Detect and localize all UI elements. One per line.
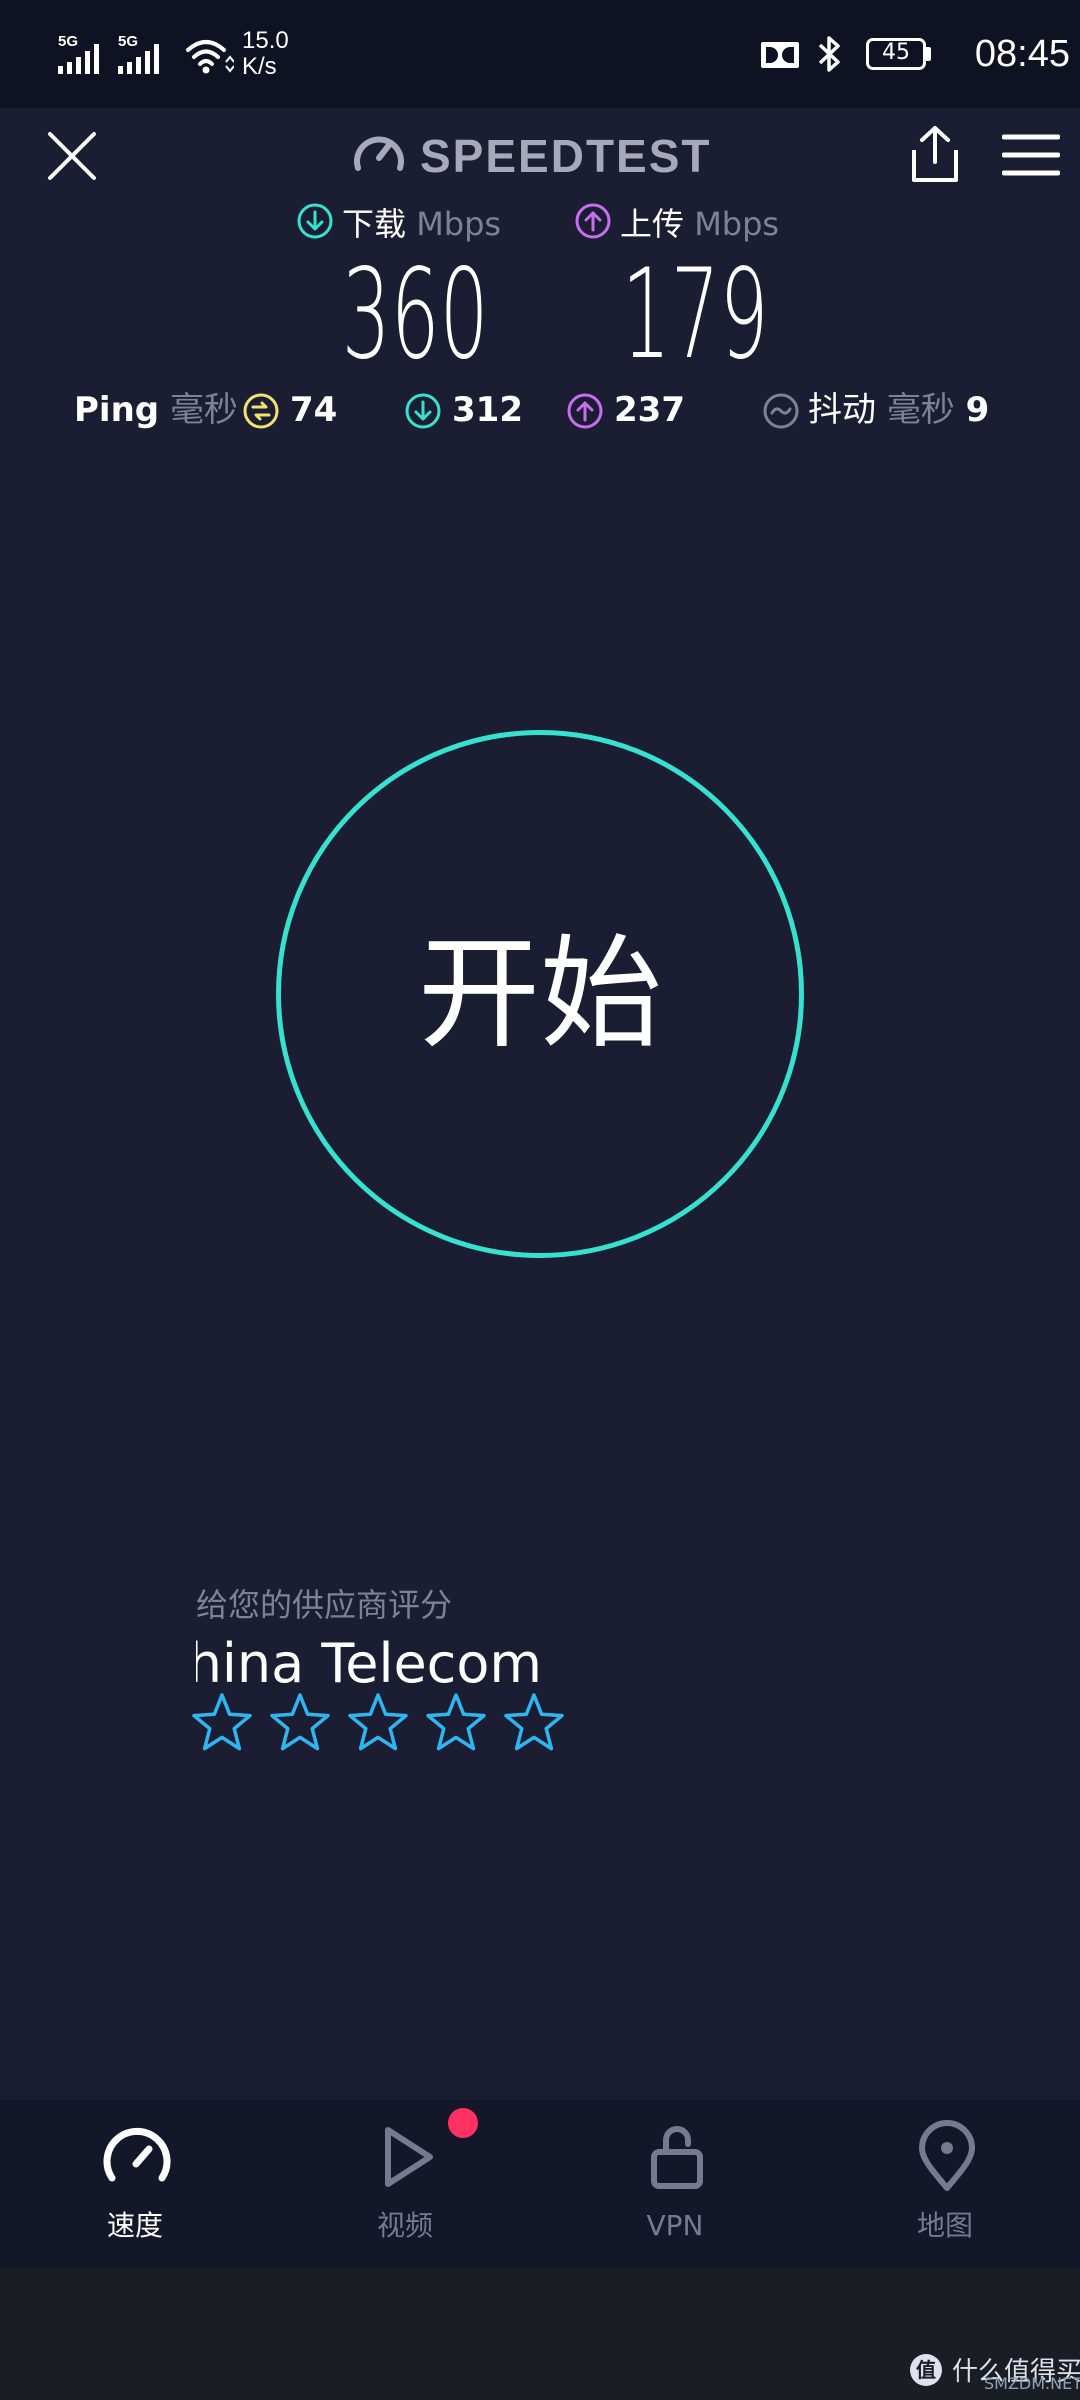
ping-value: 74 bbox=[290, 390, 337, 430]
speedtest-logo-icon bbox=[354, 136, 404, 171]
network-speed-unit: K/s bbox=[242, 53, 277, 80]
upload-unit: Mbps bbox=[694, 205, 780, 243]
rating-star-4[interactable] bbox=[424, 1690, 488, 1754]
download-arrow-icon bbox=[297, 203, 333, 239]
upload-ping-text: 237 bbox=[614, 390, 685, 430]
svg-text:5G: 5G bbox=[58, 33, 78, 50]
svg-text:5G: 5G bbox=[118, 33, 138, 50]
ping-label-text: Ping bbox=[74, 390, 160, 430]
nav-item-video[interactable]: 视频 bbox=[270, 2100, 540, 2268]
menu-icon[interactable] bbox=[1002, 132, 1060, 178]
provider-name-container: China Telecom bbox=[196, 1632, 716, 1696]
nav-item-map[interactable]: 地图 bbox=[810, 2100, 1080, 2268]
nav-label-speed: 速度 bbox=[106, 2209, 163, 2242]
status-bar: 5G 5G 15.0 K/s 45 08:45 bbox=[0, 0, 1080, 108]
speedometer-icon bbox=[103, 2127, 171, 2182]
ping-label: Ping 毫秒 bbox=[74, 390, 238, 430]
jitter-label-text: 抖动 bbox=[808, 390, 876, 430]
download-label-text: 下载 bbox=[342, 205, 407, 243]
nav-item-vpn[interactable]: VPN bbox=[540, 2100, 810, 2268]
jitter-label: 抖动 毫秒 9 bbox=[808, 390, 989, 430]
rating-star-1[interactable] bbox=[190, 1690, 254, 1754]
jitter-icon bbox=[763, 393, 799, 429]
jitter-value: 9 bbox=[965, 390, 990, 430]
status-time: 08:45 bbox=[974, 33, 1070, 75]
svg-text:值: 值 bbox=[916, 2358, 936, 2382]
download-ping-text: 312 bbox=[452, 390, 523, 430]
watermark-url: SMZDM.NET bbox=[984, 2374, 1080, 2393]
upload-ping-value: 237 bbox=[614, 390, 685, 430]
upload-ping-icon bbox=[567, 393, 603, 429]
cellular-signal-icon-2: 5G bbox=[118, 33, 159, 74]
ping-value-text: 74 bbox=[290, 390, 338, 430]
rating-star-2[interactable] bbox=[268, 1690, 332, 1754]
upload-value: 179 bbox=[621, 243, 769, 387]
download-ping-icon bbox=[405, 393, 441, 429]
close-icon[interactable] bbox=[46, 130, 98, 182]
app-title: SPEEDTEST bbox=[420, 130, 712, 182]
bottom-nav: 速度 视频 VPN 地图 bbox=[0, 2100, 1080, 2268]
download-label: 下载 Mbps bbox=[342, 204, 501, 244]
download-ping-value: 312 bbox=[452, 390, 523, 430]
nav-item-speed[interactable]: 速度 bbox=[0, 2100, 270, 2268]
dolby-icon bbox=[761, 42, 799, 68]
nav-label-video: 视频 bbox=[376, 2209, 433, 2242]
share-icon[interactable] bbox=[908, 124, 962, 184]
download-unit: Mbps bbox=[416, 205, 502, 243]
ping-unit: 毫秒 bbox=[169, 390, 238, 430]
network-speed-value: 15.0 bbox=[242, 27, 289, 54]
start-button-label: 开始 bbox=[418, 923, 662, 1065]
nav-label-vpn: VPN bbox=[646, 2209, 704, 2242]
upload-label-text: 上传 bbox=[620, 205, 685, 243]
start-button[interactable]: 开始 bbox=[276, 730, 804, 1258]
upload-label: 上传 Mbps bbox=[620, 204, 779, 244]
lock-icon bbox=[651, 2126, 703, 2189]
network-speed: 15.0 K/s bbox=[242, 28, 312, 80]
play-icon bbox=[385, 2127, 433, 2187]
bluetooth-icon bbox=[818, 36, 840, 72]
upload-arrow-icon bbox=[575, 203, 611, 239]
rating-stars bbox=[190, 1690, 590, 1760]
rating-star-3[interactable] bbox=[346, 1690, 410, 1754]
wifi-icon bbox=[186, 40, 234, 74]
download-value: 360 bbox=[341, 243, 489, 387]
rating-star-5[interactable] bbox=[502, 1690, 566, 1754]
battery-level: 45 bbox=[882, 40, 910, 65]
ping-icon bbox=[243, 393, 279, 429]
provider-name: China Telecom bbox=[196, 1632, 543, 1695]
watermark-logo-icon: 值 bbox=[910, 2354, 942, 2386]
rating-prompt: 给您的供应商评分 bbox=[196, 1586, 453, 1624]
nav-label-map: 地图 bbox=[916, 2209, 973, 2242]
video-notification-badge bbox=[448, 2108, 478, 2138]
cellular-signal-icon: 5G bbox=[58, 33, 99, 74]
jitter-unit: 毫秒 bbox=[886, 390, 955, 430]
map-pin-icon bbox=[919, 2120, 975, 2191]
